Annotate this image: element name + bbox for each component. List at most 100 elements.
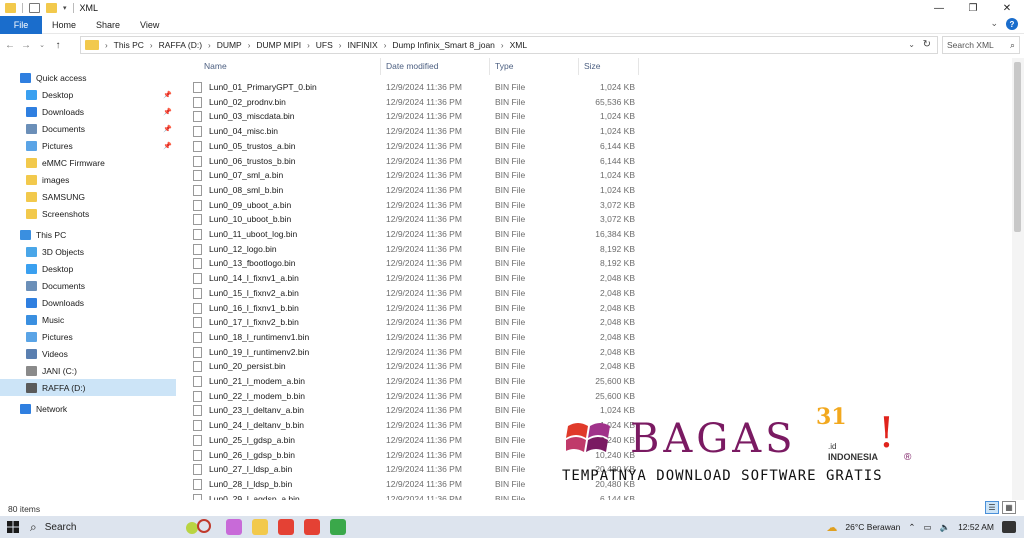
refresh-icon[interactable]: ↻ [923,39,931,50]
breadcrumb-dump[interactable]: DUMP [217,40,242,50]
computer-icon [20,229,31,240]
file-row[interactable]: Lun0_07_sml_a.bin 12/9/2024 11:36 PM BIN F… [180,168,650,182]
nav-item-network[interactable]: Network [0,400,176,417]
search-highlight-icon[interactable] [184,519,214,535]
breadcrumb-dump-infinix[interactable]: Dump Infinix_Smart 8_joan [392,40,495,50]
weather-icon[interactable]: ☁ [826,521,837,534]
breadcrumb-infinix[interactable]: INFINIX [347,40,377,50]
chrome-icon[interactable] [304,519,320,535]
maximize-button[interactable]: ❐ [956,0,990,16]
file-row[interactable]: Lun0_03_miscdata.bin 12/9/2024 11:36 PM BI… [180,109,650,123]
breadcrumb-this-pc[interactable]: This PC [114,40,144,50]
nav-item-raffa-d[interactable]: RAFFA (D:) [0,379,176,396]
file-row[interactable]: Lun0_21_l_modem_a.bin 12/9/2024 11:36 PM B… [180,374,650,388]
nav-item-downloads[interactable]: Downloads [0,294,176,311]
nav-item-videos[interactable]: Videos [0,345,176,362]
taskbar-search[interactable]: ⌕ Search [30,518,206,536]
column-divider[interactable] [380,58,381,75]
up-button[interactable]: ↑ [50,40,66,51]
new-folder-icon[interactable] [46,3,57,13]
tab-view[interactable]: View [130,16,169,34]
file-row[interactable]: Lun0_16_l_fixnv1_b.bin 12/9/2024 11:36 PM… [180,301,650,315]
file-row[interactable]: Lun0_20_persist.bin 12/9/2024 11:36 PM BIN… [180,359,650,373]
nav-item-downloads[interactable]: Downloads 📌 [0,103,176,120]
file-row[interactable]: Lun0_08_sml_b.bin 12/9/2024 11:36 PM BIN F… [180,183,650,197]
file-row[interactable]: Lun0_04_misc.bin 12/9/2024 11:36 PM BIN Fi… [180,124,650,138]
vertical-scrollbar[interactable] [1012,58,1024,500]
close-button[interactable]: ✕ [990,0,1024,16]
column-divider[interactable] [489,58,490,75]
file-explorer-icon[interactable] [252,519,268,535]
properties-icon[interactable] [29,3,40,13]
column-divider[interactable] [638,58,639,75]
download-manager-icon[interactable] [330,519,346,535]
tab-home[interactable]: Home [42,16,86,34]
nav-item-desktop[interactable]: Desktop 📌 [0,86,176,103]
back-button[interactable]: ← [2,40,18,51]
clock[interactable]: 12:52 AM [958,522,994,532]
breadcrumb-ufs[interactable]: UFS [316,40,333,50]
nav-item-documents[interactable]: Documents [0,277,176,294]
nav-item-quick-access[interactable]: Quick access [0,69,176,86]
tab-share[interactable]: Share [86,16,130,34]
details-view-button[interactable]: ☰ [985,501,999,514]
chrome-icon[interactable] [278,519,294,535]
nav-item-screenshots[interactable]: Screenshots [0,205,176,222]
nav-item-emmc-firmware[interactable]: eMMC Firmware [0,154,176,171]
help-icon[interactable]: ? [1006,18,1018,30]
address-bar[interactable]: › This PC › RAFFA (D:) › DUMP › DUMP MIP… [80,36,938,54]
file-row[interactable]: Lun0_10_uboot_b.bin 12/9/2024 11:36 PM BIN… [180,212,650,226]
expand-ribbon-icon[interactable]: ⌄ [990,18,998,30]
breadcrumb-raffa-d[interactable]: RAFFA (D:) [159,40,202,50]
nav-item-pictures[interactable]: Pictures 📌 [0,137,176,154]
volume-icon[interactable]: 🔈 [939,522,950,533]
show-hidden-icons-icon[interactable]: ⌃ [908,522,915,533]
notifications-icon[interactable] [1002,521,1016,533]
file-row[interactable]: Lun0_06_trustos_b.bin 12/9/2024 11:36 PM B… [180,154,650,168]
column-divider[interactable] [578,58,579,75]
nav-item-3d-objects[interactable]: 3D Objects [0,243,176,260]
nav-item-jani-c[interactable]: JANI (C:) [0,362,176,379]
file-row[interactable]: Lun0_15_l_fixnv2_a.bin 12/9/2024 11:36 PM… [180,286,650,300]
file-row[interactable]: Lun0_02_prodnv.bin 12/9/2024 11:36 PM BIN … [180,95,650,109]
file-row[interactable]: Lun0_12_logo.bin 12/9/2024 11:36 PM BIN Fi… [180,242,650,256]
chevron-down-icon[interactable]: ⌄ [908,40,915,49]
weather-text[interactable]: 26°C Berawan [845,522,900,532]
file-row[interactable]: Lun0_19_l_runtimenv2.bin 12/9/2024 11:36 … [180,345,650,359]
file-name: Lun0_17_l_fixnv2_b.bin [209,317,299,328]
network-icon[interactable]: ▭ [923,522,931,533]
file-row[interactable]: Lun0_14_l_fixnv1_a.bin 12/9/2024 11:36 PM… [180,271,650,285]
minimize-button[interactable]: — [922,0,956,16]
file-row[interactable]: Lun0_11_uboot_log.bin 12/9/2024 11:36 PM B… [180,227,650,241]
quick-access-dropdown-icon[interactable]: ▾ [63,4,67,12]
file-row[interactable]: Lun0_22_l_modem_b.bin 12/9/2024 11:36 PM B… [180,389,650,403]
nav-item-images[interactable]: images [0,171,176,188]
file-row[interactable]: Lun0_13_fbootlogo.bin 12/9/2024 11:36 PM B… [180,256,650,270]
forward-button[interactable]: → [18,40,34,51]
video-icon [26,348,37,359]
file-row[interactable]: Lun0_01_PrimaryGPT_0.bin 12/9/2024 11:36 … [180,80,650,94]
column-header-date-modified[interactable]: Date modified [386,58,438,74]
search-input[interactable]: Search XML ⌕ [942,36,1020,54]
nav-item-desktop[interactable]: Desktop [0,260,176,277]
file-row[interactable]: Lun0_17_l_fixnv2_b.bin 12/9/2024 11:36 PM… [180,315,650,329]
breadcrumb-dump-mipi[interactable]: DUMP MIPI [256,40,301,50]
recent-locations-icon[interactable]: ⌄ [34,41,50,49]
column-header-name[interactable]: Name [204,58,227,74]
breadcrumb-xml[interactable]: XML [510,40,527,50]
tab-file[interactable]: File [0,15,42,34]
nav-item-samsung[interactable]: SAMSUNG [0,188,176,205]
nav-item-pictures[interactable]: Pictures [0,328,176,345]
file-row[interactable]: Lun0_09_uboot_a.bin 12/9/2024 11:36 PM BIN… [180,198,650,212]
file-row[interactable]: Lun0_05_trustos_a.bin 12/9/2024 11:36 PM B… [180,139,650,153]
nav-item-music[interactable]: Music [0,311,176,328]
scrollbar-thumb[interactable] [1014,62,1021,232]
large-icons-view-button[interactable]: ▦ [1002,501,1016,514]
column-header-type[interactable]: Type [495,58,513,74]
copilot-icon[interactable] [226,519,242,535]
nav-item-documents[interactable]: Documents 📌 [0,120,176,137]
column-header-size[interactable]: Size [584,58,601,74]
file-row[interactable]: Lun0_18_l_runtimenv1.bin 12/9/2024 11:36 … [180,330,650,344]
nav-item-this-pc[interactable]: This PC [0,226,176,243]
start-button[interactable] [0,516,26,538]
